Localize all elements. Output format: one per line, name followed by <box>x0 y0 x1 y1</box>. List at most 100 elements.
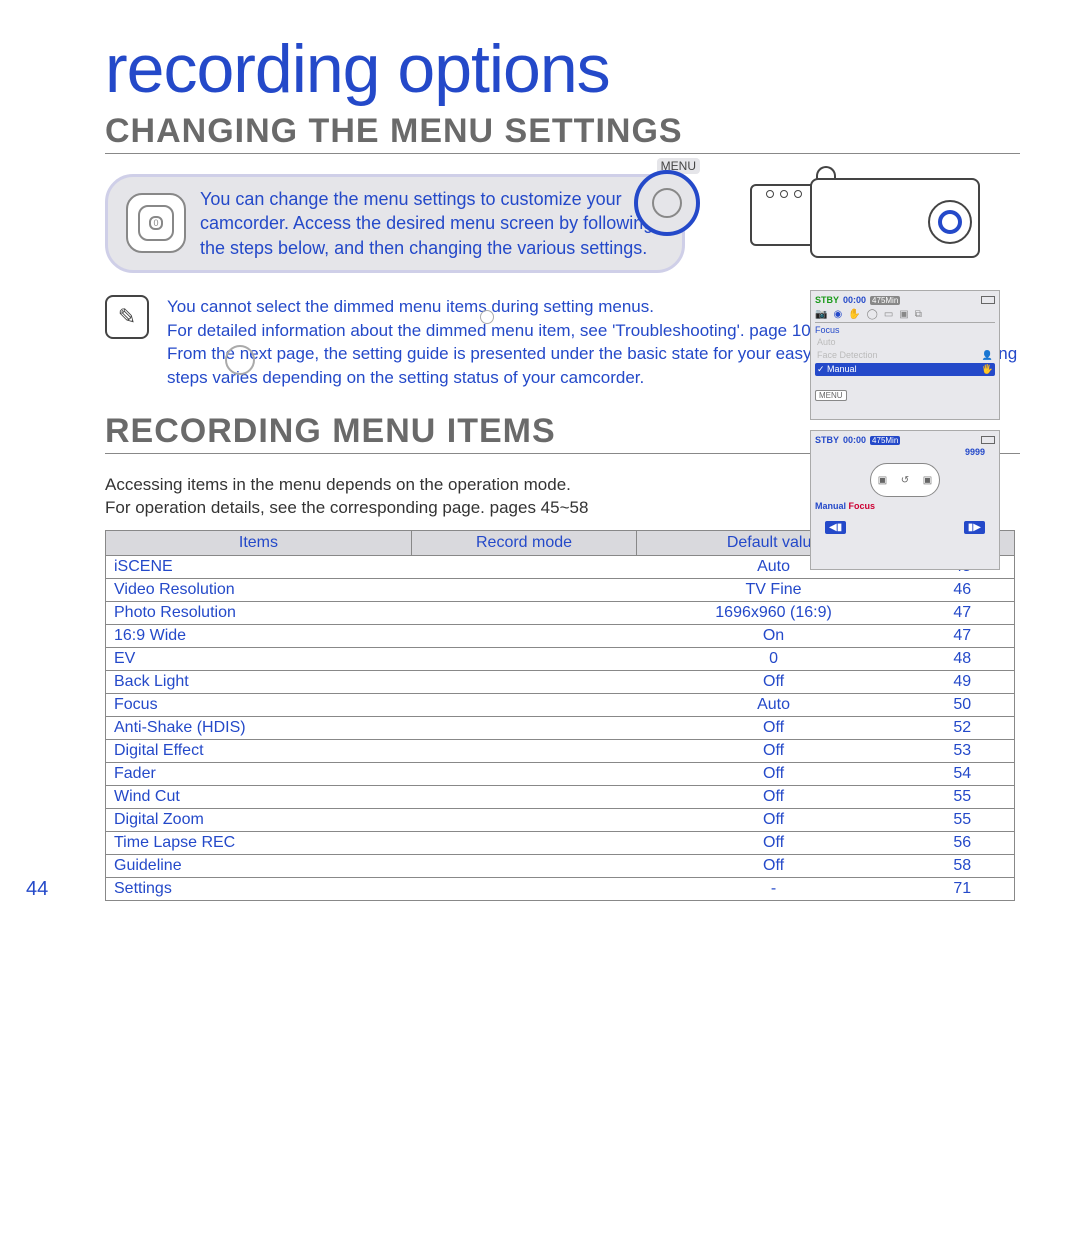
table-cell <box>411 624 636 647</box>
table-cell <box>411 739 636 762</box>
battery-icon <box>981 436 995 444</box>
table-header: Record mode <box>411 530 636 555</box>
table-row: EV048 <box>106 647 1015 670</box>
note-icon: ✎ <box>105 295 149 339</box>
table-cell: 55 <box>910 785 1014 808</box>
table-cell <box>411 693 636 716</box>
table-cell: Off <box>637 762 911 785</box>
lcd2-stby: STBY <box>815 435 839 445</box>
table-cell: Off <box>637 808 911 831</box>
table-cell <box>411 854 636 877</box>
intro-text: You can change the menu settings to cust… <box>200 187 664 260</box>
step-dot-icon <box>480 310 494 324</box>
lcd1-tabs: 📷◉✋◯▭▣⧉ <box>815 307 995 323</box>
camcorder-illustration <box>750 160 1000 270</box>
table-cell <box>411 716 636 739</box>
table-row: Digital Zoom Off55 <box>106 808 1015 831</box>
table-row: Back Light Off49 <box>106 670 1015 693</box>
lcd-screenshot-manual-focus: STBY 00:00 475Min 9999 ▣↺▣ Manual Focus … <box>810 430 1000 570</box>
table-cell: 50 <box>910 693 1014 716</box>
table-cell: Off <box>637 854 911 877</box>
table-cell: Fader <box>106 762 412 785</box>
table-cell <box>411 808 636 831</box>
table-cell: 49 <box>910 670 1014 693</box>
table-cell: iSCENE <box>106 555 412 578</box>
table-cell: 16:9 Wide <box>106 624 412 647</box>
table-row: Video Resolution TV Fine46 <box>106 578 1015 601</box>
table-cell: EV <box>106 647 412 670</box>
step-circle-icon <box>225 345 255 375</box>
table-row: Fader Off54 <box>106 762 1015 785</box>
page-title: recording options <box>105 30 1020 108</box>
table-row: Wind Cut Off55 <box>106 785 1015 808</box>
lcd2-mf-label: Manual Focus <box>815 501 995 511</box>
table-row: Guideline Off58 <box>106 854 1015 877</box>
lcd1-focus-label: Focus <box>815 325 995 335</box>
table-cell <box>411 555 636 578</box>
lcd2-remain: 475Min <box>870 436 900 445</box>
table-row: Photo Resolution 1696x960 (16:9)47 <box>106 601 1015 624</box>
table-cell: Auto <box>637 693 911 716</box>
table-cell <box>411 762 636 785</box>
lcd1-opt-manual: Manual🖐 <box>815 363 995 376</box>
lcd1-stby: STBY <box>815 295 839 305</box>
table-cell: Photo Resolution <box>106 601 412 624</box>
table-cell: 53 <box>910 739 1014 762</box>
table-row: Time Lapse RECOff56 <box>106 831 1015 854</box>
table-cell: Wind Cut <box>106 785 412 808</box>
table-header: Items <box>106 530 412 555</box>
table-cell: 47 <box>910 624 1014 647</box>
lcd2-arrow-left: ◀▮ <box>825 521 846 534</box>
table-cell: Back Light <box>106 670 412 693</box>
table-cell: 58 <box>910 854 1014 877</box>
lcd2-photo-count: 9999 <box>815 447 985 457</box>
table-cell: Off <box>637 785 911 808</box>
table-cell: 1696x960 (16:9) <box>637 601 911 624</box>
table-cell: 52 <box>910 716 1014 739</box>
table-cell: Off <box>637 716 911 739</box>
table-cell <box>411 647 636 670</box>
table-row: Anti-Shake (HDIS) Off52 <box>106 716 1015 739</box>
recording-menu-table: ItemsRecord modeDefault valuePage iSCENE… <box>105 530 1015 901</box>
lcd1-opt-auto: Auto <box>815 336 995 348</box>
table-row: Settings -71 <box>106 877 1015 900</box>
table-cell: Digital Zoom <box>106 808 412 831</box>
table-row: 16:9 Wide On47 <box>106 624 1015 647</box>
table-cell: 47 <box>910 601 1014 624</box>
lcd2-arrow-right: ▮▶ <box>964 521 985 534</box>
table-cell: Off <box>637 670 911 693</box>
table-cell <box>411 785 636 808</box>
table-cell <box>411 831 636 854</box>
table-cell: Digital Effect <box>106 739 412 762</box>
table-row: Focus Auto50 <box>106 693 1015 716</box>
table-cell: Settings <box>106 877 412 900</box>
table-row: Digital Effect Off53 <box>106 739 1015 762</box>
table-cell <box>411 670 636 693</box>
lcd1-opt-face: Face Detection👤 <box>815 349 995 362</box>
table-cell: On <box>637 624 911 647</box>
table-cell <box>411 877 636 900</box>
table-cell: TV Fine <box>637 578 911 601</box>
table-cell: Focus <box>106 693 412 716</box>
battery-icon <box>981 296 995 304</box>
table-cell: 55 <box>910 808 1014 831</box>
table-cell <box>411 601 636 624</box>
lcd1-menu-btn: MENU <box>815 390 847 401</box>
lcd2-time: 00:00 <box>843 435 866 445</box>
lcd1-remain: 475Min <box>870 296 900 305</box>
table-cell: Off <box>637 831 911 854</box>
table-cell: Guideline <box>106 854 412 877</box>
table-cell: Video Resolution <box>106 578 412 601</box>
dpad-focus-icon: ▣↺▣ <box>870 463 940 497</box>
table-cell: 71 <box>910 877 1014 900</box>
table-cell: Anti-Shake (HDIS) <box>106 716 412 739</box>
table-cell: Off <box>637 739 911 762</box>
menu-dial-icon <box>634 170 700 236</box>
lcd-screenshot-menu: STBY 00:00 475Min 📷◉✋◯▭▣⧉ Focus Auto Fac… <box>810 290 1000 420</box>
table-cell: 48 <box>910 647 1014 670</box>
table-cell: 46 <box>910 578 1014 601</box>
table-cell: - <box>637 877 911 900</box>
intro-callout: 0 You can change the menu settings to cu… <box>105 174 685 273</box>
lcd1-time: 00:00 <box>843 295 866 305</box>
table-cell: 54 <box>910 762 1014 785</box>
